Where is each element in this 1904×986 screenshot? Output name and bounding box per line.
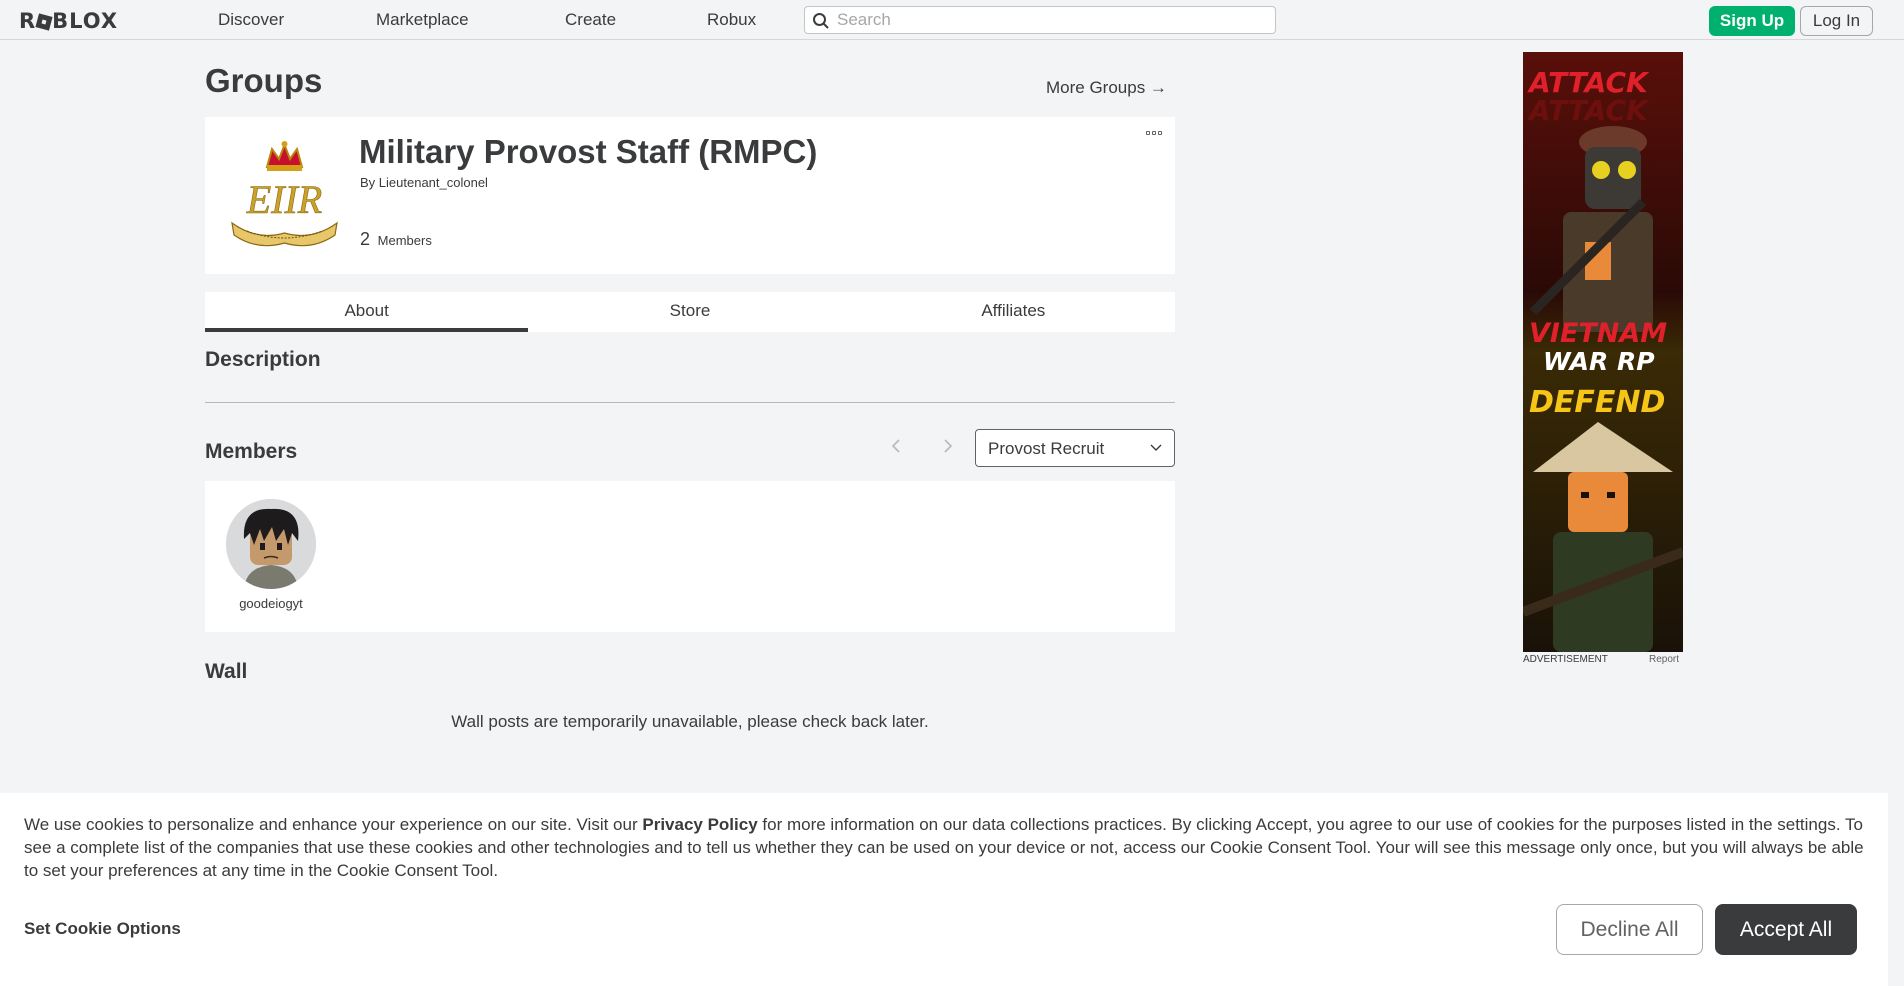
group-tabs: About Store Affiliates: [205, 292, 1175, 332]
advertisement-banner[interactable]: ATTACK ATTACK VIETNAM WAR RP DEFEND: [1523, 52, 1683, 652]
member-card[interactable]: goodeiogyt: [223, 499, 319, 611]
description-divider: [205, 402, 1175, 403]
nav-discover[interactable]: Discover: [218, 10, 284, 30]
member-count-number: 2: [360, 229, 371, 249]
group-owner-line: By Lieutenant_colonel: [360, 175, 488, 190]
privacy-policy-link[interactable]: Privacy Policy: [642, 815, 757, 834]
svg-text:ATTACK: ATTACK: [1527, 94, 1650, 127]
set-cookie-options-link[interactable]: Set Cookie Options: [24, 919, 181, 939]
cookie-consent-text: We use cookies to personalize and enhanc…: [24, 813, 1870, 882]
group-emblem-image: EIIR: [231, 141, 338, 247]
group-header-card: EIIR Military Provost Staff (RMPC) By Li…: [205, 117, 1175, 274]
members-list: goodeiogyt: [205, 481, 1175, 632]
chevron-left-icon[interactable]: [889, 436, 903, 456]
accept-all-button[interactable]: Accept All: [1715, 904, 1857, 955]
ad-report-link[interactable]: Report: [1649, 654, 1679, 665]
nav-marketplace[interactable]: Marketplace: [376, 10, 469, 30]
ad-text-mid1: VIETNAM: [1529, 318, 1667, 349]
wall-heading: Wall: [205, 660, 248, 683]
ad-text-mid2: WAR RP: [1543, 347, 1655, 376]
group-member-count: 2 Members: [360, 229, 432, 250]
members-heading: Members: [205, 440, 298, 463]
more-options-icon[interactable]: [1146, 131, 1162, 135]
member-username: goodeiogyt: [239, 596, 303, 611]
chevron-down-icon: [1150, 444, 1162, 451]
tab-about[interactable]: About: [205, 292, 529, 332]
by-label: By: [360, 175, 376, 190]
group-name: Military Provost Staff (RMPC): [359, 133, 818, 170]
search-box[interactable]: [804, 6, 1276, 34]
role-dropdown-value: Provost Recruit: [988, 439, 1105, 458]
avatar: [226, 499, 316, 589]
decline-all-button[interactable]: Decline All: [1556, 904, 1703, 955]
search-input[interactable]: [837, 9, 1267, 31]
advertisement-label: ADVERTISEMENT: [1523, 654, 1608, 665]
cookie-consent-banner: We use cookies to personalize and enhanc…: [0, 793, 1888, 986]
svg-text:EIIR: EIIR: [246, 177, 323, 222]
tab-affiliates[interactable]: Affiliates: [852, 292, 1175, 332]
cookie-text-start: We use cookies to personalize and enhanc…: [24, 815, 643, 834]
roblox-logo[interactable]: R BLOX: [19, 9, 118, 33]
more-groups-link[interactable]: More Groups →: [1046, 78, 1167, 98]
nav-robux[interactable]: Robux: [707, 10, 756, 30]
member-count-label: Members: [377, 233, 432, 248]
chevron-right-icon[interactable]: [941, 436, 955, 456]
tab-store[interactable]: Store: [528, 292, 851, 332]
group-owner-link[interactable]: Lieutenant_colonel: [379, 175, 488, 190]
signup-button[interactable]: Sign Up: [1709, 6, 1795, 36]
nav-create[interactable]: Create: [565, 10, 616, 30]
top-navigation-bar: R BLOX Discover Marketplace Create Robux …: [0, 0, 1904, 40]
page-title: Groups: [205, 62, 323, 99]
search-icon: [813, 13, 829, 29]
description-heading: Description: [205, 348, 321, 371]
login-button[interactable]: Log In: [1800, 6, 1873, 36]
role-dropdown[interactable]: Provost Recruit: [975, 429, 1175, 467]
ad-text-bottom: DEFEND: [1529, 385, 1665, 420]
wall-unavailable-message: Wall posts are temporarily unavailable, …: [451, 712, 929, 731]
